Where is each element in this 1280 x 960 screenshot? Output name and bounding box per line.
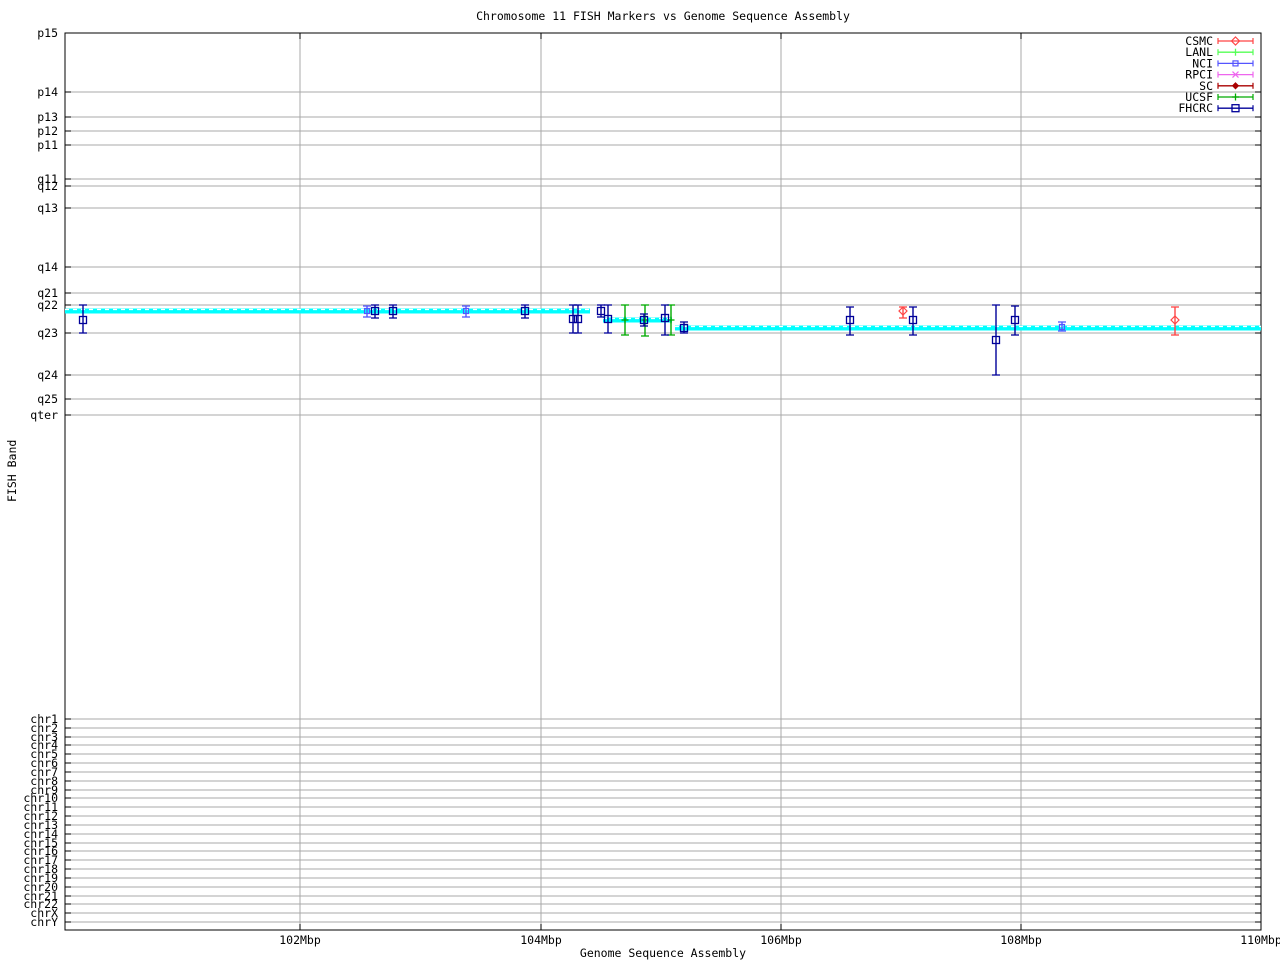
x-tick-label: 106Mbp (760, 933, 802, 947)
y-axis-title: FISH Band (5, 439, 19, 502)
band-label: p13 (37, 110, 58, 124)
band-label: q14 (37, 260, 58, 274)
legend-marker-SC (1231, 82, 1240, 90)
x-tick-label: 102Mbp (279, 933, 321, 947)
chr-label: chrY (30, 915, 58, 929)
chart-svg: p15p14p13p12p11q11q12q13q14q21q22q23q24q… (23, 26, 1280, 947)
band-label: q23 (37, 326, 58, 340)
band-label: qter (30, 408, 58, 422)
band-label: q22 (37, 298, 58, 312)
band-label: q24 (37, 368, 58, 382)
band-label: q12 (37, 179, 58, 193)
chart-title: Chromosome 11 FISH Markers vs Genome Seq… (476, 9, 850, 23)
band-label: p15 (37, 26, 58, 40)
x-tick-label: 108Mbp (1000, 933, 1042, 947)
x-axis-title: Genome Sequence Assembly (579, 946, 747, 960)
band-label: q13 (37, 201, 58, 215)
legend-label-FHCRC: FHCRC (1178, 101, 1213, 115)
band-label: p12 (37, 124, 58, 138)
band-label: q25 (37, 392, 58, 406)
x-tick-label: 104Mbp (520, 933, 562, 947)
band-label: p14 (37, 85, 58, 99)
chart-page: p15 p14 p13 p12 p11 q11 q12 q13 q14 q21 q22 q23 q24 q… (0, 0, 1280, 960)
x-tick-label: 110Mbp (1240, 933, 1280, 947)
band-label: p11 (37, 138, 58, 152)
plot-frame (64, 32, 1262, 931)
